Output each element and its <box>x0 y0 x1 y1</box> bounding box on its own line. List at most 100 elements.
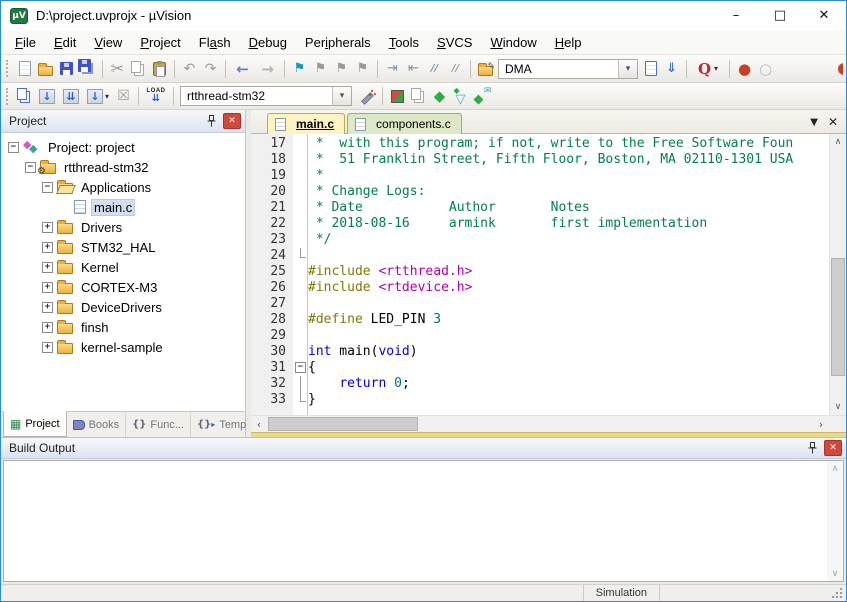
code-line-31[interactable]: 31−{ <box>251 360 829 376</box>
menu-peripherals[interactable]: Peripherals <box>296 32 380 53</box>
scrollbar-thumb[interactable] <box>831 258 845 376</box>
tab-main-c[interactable]: main.c <box>267 113 345 134</box>
expand-icon[interactable]: + <box>42 342 53 353</box>
toggle-breakpoint-button[interactable]: ● <box>734 58 755 80</box>
manage-project-items-button[interactable] <box>387 85 408 107</box>
tree-item-finsh[interactable]: +finsh <box>1 317 245 337</box>
translate-file-button[interactable] <box>14 85 35 107</box>
close-button[interactable]: ✕ <box>802 1 846 30</box>
code-line-32[interactable]: 32 return 0; <box>251 376 829 392</box>
vertical-scrollbar[interactable]: ∧ ∨ <box>827 461 843 581</box>
close-panel-button[interactable]: ✕ <box>223 113 241 129</box>
open-file-button[interactable] <box>35 58 56 80</box>
uncomment-button[interactable]: // <box>445 58 466 80</box>
code-line-29[interactable]: 29 <box>251 328 829 344</box>
configure-find-button[interactable]: ✎ <box>475 58 496 80</box>
pack-installer-button[interactable]: ◆ ✉ <box>471 85 492 107</box>
menu-svcs[interactable]: SVCS <box>428 32 481 53</box>
tree-item-rtthread-stm32[interactable]: −rtthread-stm32 <box>1 157 245 177</box>
prev-bookmark-button[interactable]: ⚑ <box>310 58 331 80</box>
code-line-20[interactable]: 20 * Change Logs: <box>251 184 829 200</box>
code-line-17[interactable]: 17 * with this program; if not, write to… <box>251 136 829 152</box>
menu-debug[interactable]: Debug <box>240 32 296 53</box>
disable-breakpoint-button[interactable]: ○ <box>755 58 776 80</box>
code-line-21[interactable]: 21 * Date Author Notes <box>251 200 829 216</box>
menu-flash[interactable]: Flash <box>190 32 240 53</box>
code-line-30[interactable]: 30int main(void) <box>251 344 829 360</box>
code-line-27[interactable]: 27 <box>251 296 829 312</box>
scroll-up-button[interactable]: ∧ <box>830 134 846 150</box>
menu-file[interactable]: File <box>6 32 45 53</box>
title-bar[interactable]: µV D:\project.uvprojx - µVision – □ ✕ <box>1 1 846 30</box>
incremental-find-button[interactable]: ⇓ <box>661 58 682 80</box>
tree-item-devicedrivers[interactable]: +DeviceDrivers <box>1 297 245 317</box>
toolbar-grip[interactable] <box>6 88 10 105</box>
code-line-33[interactable]: 33} <box>251 392 829 408</box>
indent-button[interactable]: ⇥ <box>382 58 403 80</box>
menu-view[interactable]: View <box>85 32 131 53</box>
expand-icon[interactable]: + <box>42 302 53 313</box>
resize-grip[interactable] <box>830 586 844 600</box>
tree-item-applications[interactable]: −Applications <box>1 177 245 197</box>
pin-panel-button[interactable] <box>803 440 821 456</box>
tab-project[interactable]: ▦ Project <box>3 411 67 437</box>
tree-item-project-project[interactable]: −Project: project <box>1 137 245 157</box>
collapse-icon[interactable]: − <box>8 142 19 153</box>
search-combobox-dropdown[interactable]: ▾ <box>618 60 637 78</box>
debug-session-button[interactable]: Q ▾ <box>691 58 725 80</box>
scroll-left-button[interactable]: ‹ <box>251 416 267 432</box>
paste-button[interactable] <box>149 58 170 80</box>
redo-button[interactable]: ↷ <box>200 58 221 80</box>
manage-rte-button[interactable]: ◆ <box>429 85 450 107</box>
undo-button[interactable]: ↶ <box>179 58 200 80</box>
code-line-25[interactable]: 25#include <rtthread.h> <box>251 264 829 280</box>
stop-build-button[interactable]: ☒ <box>113 85 134 107</box>
horizontal-scrollbar[interactable]: ‹ › <box>251 415 846 432</box>
scrollbar-thumb[interactable] <box>268 417 418 431</box>
options-for-target-button[interactable] <box>354 85 378 107</box>
clipped-toolbar-button[interactable] <box>838 62 843 76</box>
scroll-down-button[interactable]: ∨ <box>827 566 843 581</box>
tab-functions[interactable]: {} Func... <box>126 412 191 437</box>
copy-button[interactable] <box>128 58 149 80</box>
batch-build-button[interactable]: ↓ ▾ <box>83 85 113 107</box>
search-combobox[interactable]: DMA ▾ <box>498 59 638 79</box>
menu-help[interactable]: Help <box>546 32 591 53</box>
scroll-up-button[interactable]: ∧ <box>827 461 843 476</box>
minimize-button[interactable]: – <box>714 1 758 30</box>
tree-item-drivers[interactable]: +Drivers <box>1 217 245 237</box>
manage-books-button[interactable] <box>408 85 429 107</box>
vertical-scrollbar[interactable]: ∧ ∨ <box>829 134 846 415</box>
tab-components-c[interactable]: components.c <box>347 113 462 134</box>
expand-icon[interactable]: + <box>42 282 53 293</box>
code-line-24[interactable]: 24 <box>251 248 829 264</box>
close-tab-button[interactable]: ✕ <box>828 115 838 129</box>
next-bookmark-button[interactable]: ⚑ <box>331 58 352 80</box>
build-button[interactable]: ↓ <box>35 85 59 107</box>
find-in-files-button[interactable] <box>640 58 661 80</box>
close-panel-button[interactable]: ✕ <box>824 440 842 456</box>
tree-item-kernel[interactable]: +Kernel <box>1 257 245 277</box>
download-button[interactable]: LOAD ⇊ <box>143 85 169 107</box>
expand-icon[interactable]: + <box>42 262 53 273</box>
menu-tools[interactable]: Tools <box>380 32 428 53</box>
select-packs-button[interactable]: ▽ ◆ <box>450 85 471 107</box>
insert-bookmark-button[interactable]: ⚑ <box>289 58 310 80</box>
build-output-panel[interactable]: ∧ ∨ <box>1 459 846 584</box>
save-button[interactable] <box>56 58 77 80</box>
menu-project[interactable]: Project <box>131 32 189 53</box>
tab-books[interactable]: Books <box>67 412 127 437</box>
code-line-19[interactable]: 19 * <box>251 168 829 184</box>
unindent-button[interactable]: ⇤ <box>403 58 424 80</box>
scroll-right-button[interactable]: › <box>813 416 829 432</box>
clear-bookmarks-button[interactable]: ⚑ <box>352 58 373 80</box>
collapse-icon[interactable]: − <box>25 162 36 173</box>
scroll-down-button[interactable]: ∨ <box>830 399 846 415</box>
target-combobox[interactable]: rtthread-stm32 ▾ <box>180 86 352 106</box>
comment-button[interactable]: // <box>424 58 445 80</box>
expand-icon[interactable]: + <box>42 322 53 333</box>
code-line-28[interactable]: 28#define LED_PIN 3 <box>251 312 829 328</box>
new-file-button[interactable] <box>14 58 35 80</box>
expand-icon[interactable]: + <box>42 222 53 233</box>
code-line-22[interactable]: 22 * 2018-08-16 armink first implementat… <box>251 216 829 232</box>
